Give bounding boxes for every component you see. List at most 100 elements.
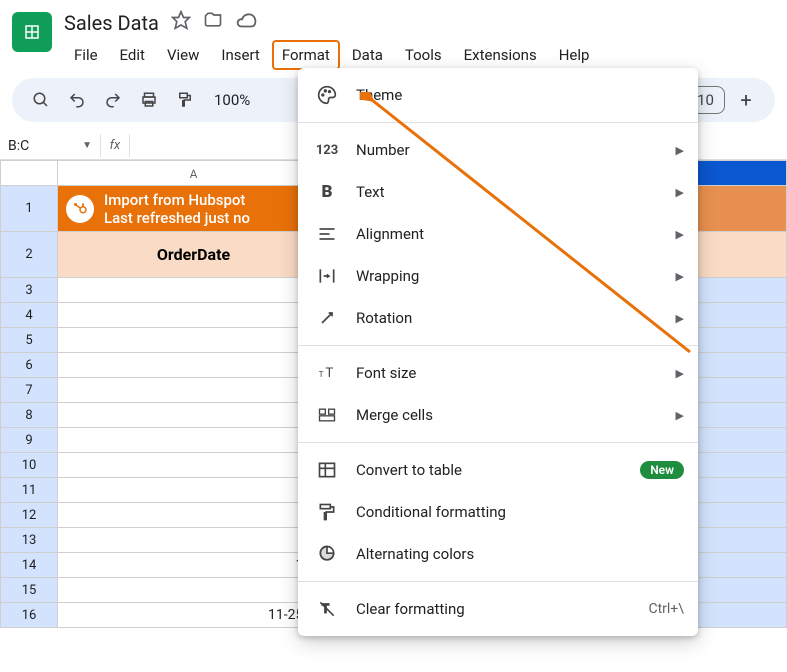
sheets-app-icon[interactable] [12, 12, 52, 52]
row-header[interactable]: 8 [0, 403, 58, 428]
svg-text:T: T [319, 370, 324, 380]
format-menu-rotation[interactable]: Rotation ▶ [298, 297, 698, 339]
cell[interactable]: 11- [58, 578, 330, 603]
banner-line1: Import from Hubspot [104, 191, 250, 209]
header-cell-orderdate[interactable]: OrderDate [58, 232, 330, 278]
format-menu-merge-cells[interactable]: Merge cells▶ [298, 394, 698, 436]
menu-item-label: Font size [356, 364, 416, 382]
cell[interactable]: 10-2 [58, 553, 330, 578]
menu-edit[interactable]: Edit [110, 40, 155, 70]
menu-format[interactable]: Format [272, 40, 340, 70]
cell[interactable]: 8-1 [58, 453, 330, 478]
row-header[interactable]: 11 [0, 478, 58, 503]
clear-icon: T [316, 598, 338, 620]
row-header[interactable]: 4 [0, 303, 58, 328]
menu-item-label: Alternating colors [356, 545, 474, 563]
zoom-select[interactable]: 100% [210, 91, 254, 109]
undo-icon[interactable] [66, 89, 88, 111]
B-icon: B [316, 181, 338, 203]
cell[interactable]: 5-2 [58, 353, 330, 378]
menu-insert[interactable]: Insert [211, 40, 269, 70]
row-header[interactable]: 2 [0, 232, 58, 278]
format-menu-alternating-colors[interactable]: Alternating colors [298, 533, 698, 575]
row-header[interactable]: 13 [0, 528, 58, 553]
rotate-icon [316, 307, 338, 329]
chevron-right-icon: ▶ [676, 312, 684, 325]
cell[interactable]: 7-2 [58, 428, 330, 453]
row-header[interactable]: 15 [0, 578, 58, 603]
document-title[interactable]: Sales Data [64, 11, 159, 35]
format-menu-conditional-formatting[interactable]: Conditional formatting [298, 491, 698, 533]
chevron-right-icon: ▶ [676, 367, 684, 380]
chevron-right-icon: ▶ [676, 228, 684, 241]
redo-icon[interactable] [102, 89, 124, 111]
fontsize-icon: TT [316, 362, 338, 384]
wrap-icon [316, 265, 338, 287]
format-menu-number[interactable]: 123Number▶ [298, 129, 698, 171]
menu-data[interactable]: Data [342, 40, 393, 70]
plus-icon[interactable]: + [735, 89, 757, 111]
row-header[interactable]: 16 [0, 603, 58, 628]
star-icon[interactable] [171, 10, 191, 36]
menu-help[interactable]: Help [549, 40, 600, 70]
format-menu-text[interactable]: BText▶ [298, 171, 698, 213]
format-menu-font-size[interactable]: TT Font size ▶ [298, 352, 698, 394]
menu-item-label: Wrapping [356, 267, 419, 285]
format-menu-convert-to-table[interactable]: Convert to table New [298, 449, 698, 491]
cell[interactable]: 9-1 [58, 503, 330, 528]
menu-extensions[interactable]: Extensions [454, 40, 547, 70]
cell[interactable]: 4-1 [58, 328, 330, 353]
shortcut-label: Ctrl+\ [648, 601, 684, 617]
chevron-right-icon: ▶ [676, 186, 684, 199]
merge-icon [316, 404, 338, 426]
format-dropdown: Theme123Number▶BText▶Alignment▶Wrapping▶… [298, 68, 698, 636]
paint-format-icon[interactable] [174, 89, 196, 111]
menu-item-label: Alignment [356, 225, 424, 243]
cell[interactable]: 1- [58, 278, 330, 303]
row-header[interactable]: 9 [0, 428, 58, 453]
format-menu-alignment[interactable]: Alignment ▶ [298, 213, 698, 255]
format-menu-clear-formatting[interactable]: T Clear formatting Ctrl+\ [298, 588, 698, 630]
menu-item-label: Clear formatting [356, 600, 465, 618]
menu-view[interactable]: View [157, 40, 209, 70]
fx-label: fx [100, 134, 130, 157]
search-icon[interactable] [30, 89, 52, 111]
row-header[interactable]: 1 [0, 186, 58, 232]
menu-item-label: Convert to table [356, 461, 462, 479]
row-header[interactable]: 5 [0, 328, 58, 353]
menu-item-label: Number [356, 141, 410, 159]
chevron-right-icon: ▶ [676, 409, 684, 422]
palette-icon [316, 84, 338, 106]
menu-item-label: Conditional formatting [356, 503, 506, 521]
print-icon[interactable] [138, 89, 160, 111]
cloud-status-icon[interactable] [235, 10, 257, 36]
format-menu-theme[interactable]: Theme [298, 74, 698, 116]
cond-icon [316, 501, 338, 523]
row-header[interactable]: 3 [0, 278, 58, 303]
move-icon[interactable] [203, 10, 223, 36]
name-box[interactable]: B:C ▼ [0, 138, 100, 154]
row-header[interactable]: 7 [0, 378, 58, 403]
cell[interactable]: 7-1 [58, 403, 330, 428]
row-header[interactable]: 12 [0, 503, 58, 528]
format-menu-wrapping[interactable]: Wrapping ▶ [298, 255, 698, 297]
row-header[interactable]: 10 [0, 453, 58, 478]
new-badge: New [640, 461, 684, 479]
cell[interactable]: 9- [58, 478, 330, 503]
cell[interactable]: 10- [58, 528, 330, 553]
menu-tools[interactable]: Tools [395, 40, 452, 70]
menu-item-label: Theme [356, 86, 402, 104]
menu-item-label: Rotation [356, 309, 412, 327]
cell[interactable]: 6- [58, 378, 330, 403]
chevron-right-icon: ▶ [676, 144, 684, 157]
cell[interactable]: 11-25-18 [58, 603, 330, 628]
row-header[interactable]: 14 [0, 553, 58, 578]
select-all-corner[interactable] [0, 160, 58, 186]
cell[interactable]: 3-1 [58, 303, 330, 328]
menu-file[interactable]: File [64, 40, 108, 70]
row-header[interactable]: 6 [0, 353, 58, 378]
chevron-right-icon: ▶ [676, 270, 684, 283]
col-header-a[interactable]: A [58, 160, 330, 186]
hubspot-banner[interactable]: Import from Hubspot Last refreshed just … [58, 186, 330, 232]
hubspot-icon [66, 195, 94, 223]
